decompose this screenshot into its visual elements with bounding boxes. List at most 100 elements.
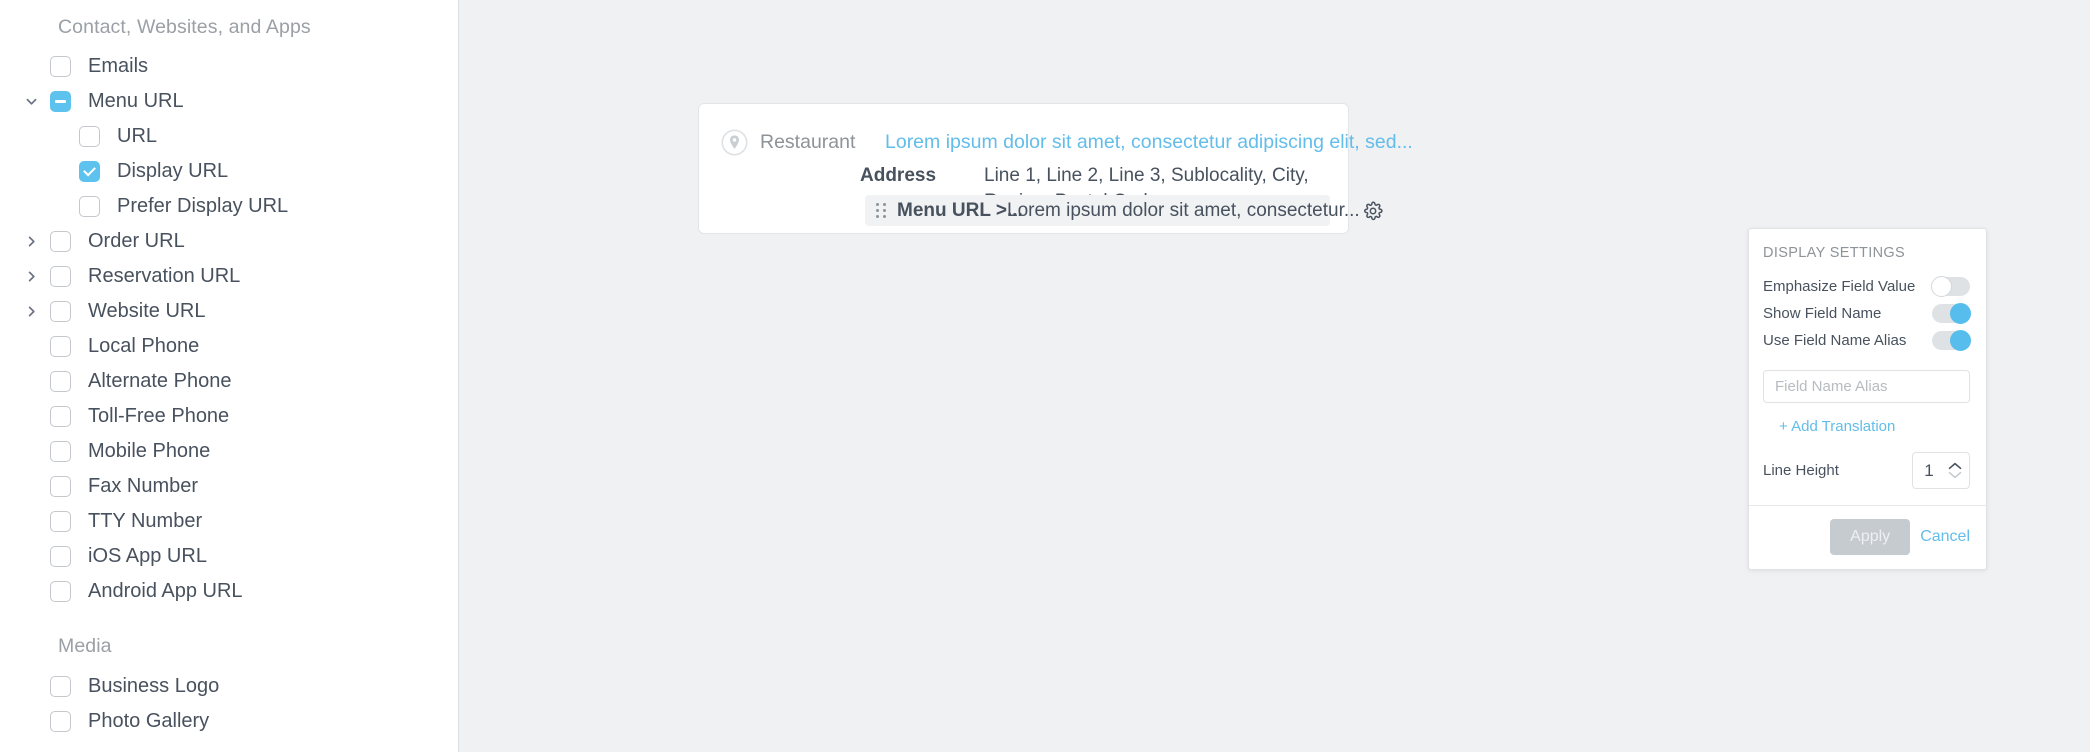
tree-item-label: Local Phone	[88, 335, 200, 358]
tree-item-label: Android App URL	[88, 580, 243, 603]
checkbox-website-url[interactable]	[50, 301, 71, 323]
tree-item-label: Fax Number	[88, 475, 199, 498]
tree-item-label: Alternate Phone	[88, 370, 232, 393]
sidebar-group-title: Media	[58, 635, 112, 658]
selected-field-value-text: Lorem ipsum dolor sit amet, consectetur.…	[1007, 199, 1360, 221]
display-settings-popover: DISPLAY SETTINGS Emphasize Field Value Sh…	[1748, 228, 1987, 570]
selected-field-name-label: Menu URL >...	[897, 199, 1023, 221]
checkbox-tty-number[interactable]	[50, 511, 71, 533]
checkbox-emails[interactable]	[50, 56, 71, 78]
map-pin-icon	[721, 129, 748, 156]
tree-item-business-logo[interactable]: Business Logo	[0, 669, 458, 704]
tree-item-website-url[interactable]: Website URL	[0, 294, 458, 329]
checkbox-mobile-phone[interactable]	[50, 441, 71, 463]
checkbox-display-url[interactable]	[79, 161, 100, 183]
toggle-label: Show Field Name	[1763, 305, 1882, 322]
toggle-row-use-field-name-alias: Use Field Name Alias	[1763, 327, 1971, 354]
tree-item-label: Menu URL	[88, 90, 184, 113]
tree-item-toll-free-phone[interactable]: Toll-Free Phone	[0, 399, 458, 434]
card-field-row-menu-url[interactable]: Menu URL >... Lorem ipsum dolor sit amet…	[865, 195, 1383, 226]
tree-item-label: iOS App URL	[88, 545, 207, 568]
cancel-button[interactable]: Cancel	[1920, 528, 1970, 546]
tree-item-prefer-display-url[interactable]: Prefer Display URL	[0, 189, 458, 224]
entity-type-label: Restaurant	[760, 131, 856, 153]
tree-item-label: Website URL	[88, 300, 206, 323]
toggle-label: Emphasize Field Value	[1763, 278, 1916, 295]
tree-item-display-url[interactable]: Display URL	[0, 154, 458, 189]
app-root: Contact, Websites, and Apps Emails Menu UR…	[0, 0, 2090, 752]
chevron-right-icon[interactable]	[18, 229, 44, 255]
toggle-switch-show-field-name[interactable]	[1932, 303, 1971, 324]
chevron-right-icon[interactable]	[18, 299, 44, 325]
toggle-switch-use-field-name-alias[interactable]	[1932, 330, 1971, 351]
toggle-row-emphasize-field-value: Emphasize Field Value	[1763, 273, 1970, 300]
entity-preview-card: Restaurant Lorem ipsum dolor sit amet, c…	[698, 103, 1413, 234]
card-inner: Restaurant Lorem ipsum dolor sit amet, c…	[699, 104, 1413, 233]
tree-item-label: URL	[117, 125, 158, 148]
toggle-switch-emphasize-field-value[interactable]	[1931, 276, 1970, 297]
tree-item-emails[interactable]: Emails	[0, 49, 458, 84]
checkbox-prefer-display-url[interactable]	[79, 196, 100, 218]
checkbox-toll-free-phone[interactable]	[50, 406, 71, 428]
entity-name-value[interactable]: Lorem ipsum dolor sit amet, consectetur …	[885, 128, 1413, 156]
tree-item-fax-number[interactable]: Fax Number	[0, 469, 458, 504]
tree-item-label: Mobile Phone	[88, 440, 211, 463]
preview-canvas: Restaurant Lorem ipsum dolor sit amet, c…	[459, 0, 2090, 752]
tree-item-label: Prefer Display URL	[117, 195, 289, 218]
tree-item-alternate-phone[interactable]: Alternate Phone	[0, 364, 458, 399]
popover-body: DISPLAY SETTINGS Emphasize Field Value Sh…	[1749, 229, 1986, 505]
field-name-label: Address	[860, 165, 937, 186]
tree-item-label: Emails	[88, 55, 149, 78]
tree-item-label: Display URL	[117, 160, 229, 183]
tree-item-android-app-url[interactable]: Android App URL	[0, 574, 458, 609]
tree-item-url[interactable]: URL	[0, 119, 458, 154]
checkbox-menu-url[interactable]	[50, 91, 71, 113]
chevron-up-icon	[1948, 462, 1962, 470]
card-header: Restaurant Lorem ipsum dolor sit amet, c…	[699, 128, 1413, 156]
checkbox-reservation-url[interactable]	[50, 266, 71, 288]
checkbox-url[interactable]	[79, 126, 100, 148]
toggle-knob	[1931, 276, 1952, 297]
apply-button[interactable]: Apply	[1830, 519, 1911, 555]
checkbox-order-url[interactable]	[50, 231, 71, 253]
sidebar-group-list: Contact, Websites, and Apps Emails Menu UR…	[0, 8, 458, 739]
toggle-knob	[1950, 303, 1971, 324]
line-height-stepper[interactable]: 1	[1912, 452, 1970, 489]
chevron-right-icon[interactable]	[18, 264, 44, 290]
gear-icon[interactable]	[1360, 198, 1386, 224]
toggle-row-show-field-name: Show Field Name	[1763, 300, 1971, 327]
stepper-arrows[interactable]	[1948, 462, 1962, 479]
tree-item-label: TTY Number	[88, 510, 203, 533]
tree-item-order-url[interactable]: Order URL	[0, 224, 458, 259]
checkbox-local-phone[interactable]	[50, 336, 71, 358]
tree-item-label: Photo Gallery	[88, 709, 210, 732]
chevron-down-icon[interactable]	[18, 89, 44, 115]
checkbox-android-app-url[interactable]	[50, 581, 71, 603]
field-name-alias-input[interactable]	[1763, 370, 1970, 403]
checkbox-ios-app-url[interactable]	[50, 546, 71, 568]
chevron-down-icon	[1948, 471, 1962, 479]
checkbox-alternate-phone[interactable]	[50, 371, 71, 393]
line-height-row: Line Height 1	[1763, 452, 1970, 489]
tree-item-ios-app-url[interactable]: iOS App URL	[0, 539, 458, 574]
toggle-label: Use Field Name Alias	[1763, 332, 1907, 349]
drag-handle-icon[interactable]	[876, 203, 888, 219]
popover-title: DISPLAY SETTINGS	[1763, 245, 1906, 261]
tree-item-label: Reservation URL	[88, 265, 241, 288]
checkbox-business-logo[interactable]	[50, 675, 71, 697]
sidebar-group-title: Contact, Websites, and Apps	[58, 16, 311, 38]
tree-item-menu-url[interactable]: Menu URL	[0, 84, 458, 119]
tree-item-label: Order URL	[88, 230, 185, 253]
line-height-label: Line Height	[1763, 462, 1839, 479]
line-height-value: 1	[1924, 461, 1934, 480]
checkbox-photo-gallery[interactable]	[50, 710, 71, 732]
tree-item-mobile-phone[interactable]: Mobile Phone	[0, 434, 458, 469]
tree-item-tty-number[interactable]: TTY Number	[0, 504, 458, 539]
tree-item-photo-gallery[interactable]: Photo Gallery	[0, 704, 458, 739]
field-tree-sidebar: Contact, Websites, and Apps Emails Menu UR…	[0, 0, 459, 752]
tree-item-local-phone[interactable]: Local Phone	[0, 329, 458, 364]
tree-item-label: Toll-Free Phone	[88, 405, 230, 428]
checkbox-fax-number[interactable]	[50, 476, 71, 498]
tree-item-reservation-url[interactable]: Reservation URL	[0, 259, 458, 294]
add-translation-link[interactable]: + Add Translation	[1779, 418, 1970, 435]
